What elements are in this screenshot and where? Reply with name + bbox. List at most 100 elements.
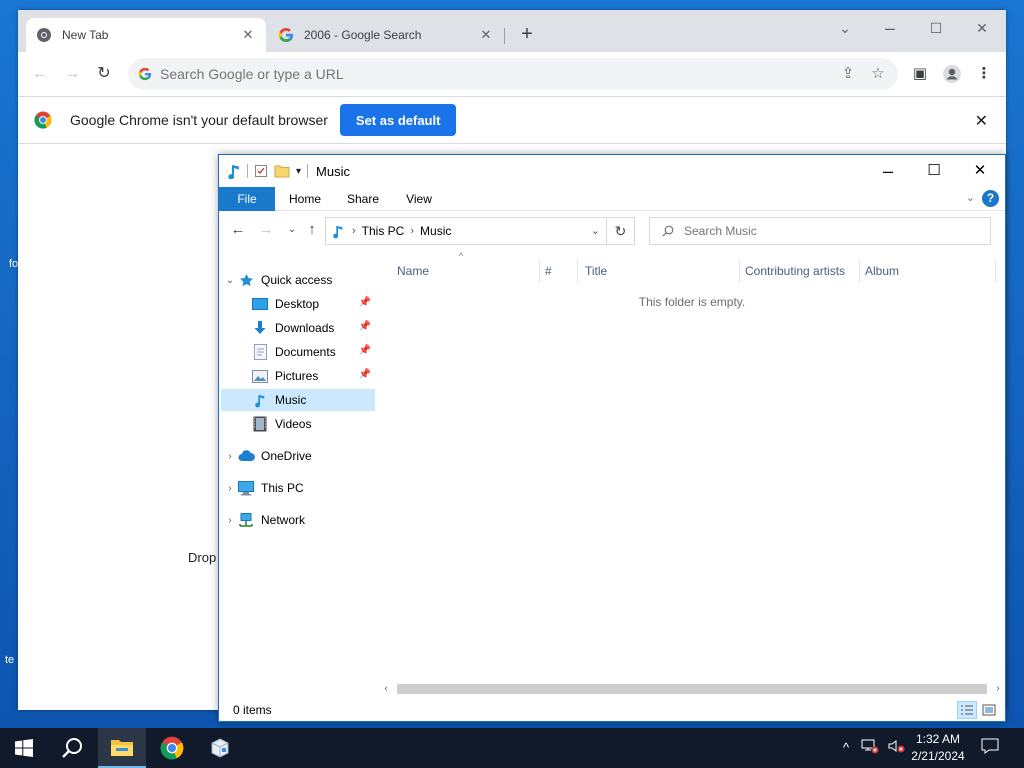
tab-label: New Tab: [62, 28, 109, 42]
up-icon[interactable]: ↑: [303, 221, 321, 239]
pin-icon: 📌: [358, 345, 371, 356]
chevron-right-icon[interactable]: ›: [223, 483, 237, 494]
separator: [247, 164, 248, 178]
google-g-icon: [278, 27, 294, 43]
profile-icon[interactable]: [942, 64, 962, 84]
menu-kebab-icon[interactable]: ⋮: [974, 64, 994, 84]
set-as-default-button[interactable]: Set as default: [339, 104, 457, 136]
minimize-icon[interactable]: –: [865, 159, 911, 183]
nav-label: OneDrive: [261, 449, 312, 463]
breadcrumb-separator-icon[interactable]: ›: [352, 225, 356, 237]
new-tab-button[interactable]: +: [516, 24, 538, 46]
close-window-icon[interactable]: ✕: [970, 16, 994, 40]
new-folder-icon[interactable]: [274, 164, 290, 178]
scrollbar-thumb[interactable]: [397, 684, 987, 694]
refresh-icon[interactable]: ↻: [607, 217, 635, 245]
nav-onedrive[interactable]: › OneDrive: [223, 445, 375, 467]
bookmark-star-icon[interactable]: ☆: [868, 64, 888, 84]
nav-item-videos[interactable]: Videos: [221, 413, 375, 435]
browser-toolbar: ← → ↻ ⇪ ☆ ▣ ⋮: [18, 52, 1006, 96]
address-bar[interactable]: › This PC › Music ⌄: [325, 217, 607, 245]
system-clock[interactable]: 1:32 AM 2/21/2024: [904, 731, 972, 765]
large-icons-view-icon[interactable]: [979, 701, 999, 719]
maximize-icon[interactable]: ☐: [924, 16, 948, 40]
search-box[interactable]: [649, 217, 991, 245]
nav-this-pc[interactable]: › This PC: [223, 477, 375, 499]
properties-icon[interactable]: [254, 164, 268, 178]
scroll-left-icon[interactable]: ‹: [379, 681, 393, 697]
pin-icon: 📌: [358, 369, 371, 380]
ribbon-tab-view[interactable]: View: [395, 187, 443, 211]
nav-label: Pictures: [275, 369, 319, 383]
chrome-logo-icon: [160, 736, 184, 760]
tab-google-search[interactable]: 2006 - Google Search ✕: [268, 18, 504, 52]
back-icon[interactable]: ←: [229, 221, 247, 239]
help-icon[interactable]: ?: [982, 190, 999, 207]
quick-access-toolbar: ▾: [227, 163, 309, 179]
breadcrumb-music[interactable]: Music: [420, 224, 451, 238]
ribbon-tab-home[interactable]: Home: [281, 187, 329, 211]
ribbon-tab-file[interactable]: File: [219, 187, 275, 211]
close-window-icon[interactable]: ✕: [957, 159, 1003, 183]
expand-ribbon-icon[interactable]: ⌄: [966, 191, 975, 204]
customize-dropdown-icon[interactable]: ▾: [296, 166, 301, 177]
omnibox-input[interactable]: [160, 66, 838, 82]
search-icon: [61, 737, 83, 759]
nav-item-pictures[interactable]: Pictures 📌: [221, 365, 375, 387]
share-icon[interactable]: ⇪: [838, 64, 858, 84]
maximize-icon[interactable]: ☐: [911, 159, 957, 183]
nav-item-downloads[interactable]: Downloads 📌: [221, 317, 375, 339]
nav-item-desktop[interactable]: Desktop 📌: [221, 293, 375, 315]
chrome-logo-icon: [34, 111, 52, 129]
details-view-icon[interactable]: [957, 701, 977, 719]
status-bar: 0 items: [219, 699, 1005, 721]
scroll-right-icon[interactable]: ›: [991, 681, 1005, 697]
show-hidden-icons-icon[interactable]: ^: [836, 738, 856, 758]
back-icon[interactable]: ←: [30, 64, 50, 84]
tab-new-tab[interactable]: New Tab ✕: [26, 18, 266, 52]
horizontal-scrollbar[interactable]: ‹ ›: [379, 681, 1005, 697]
taskbar-file-explorer[interactable]: [98, 728, 146, 768]
music-note-icon: [332, 223, 344, 239]
start-button[interactable]: [0, 728, 48, 768]
ribbon-tab-share[interactable]: Share: [339, 187, 387, 211]
column-divider[interactable]: [995, 259, 996, 283]
chevron-right-icon[interactable]: ›: [223, 515, 237, 526]
volume-muted-icon[interactable]: [886, 738, 906, 758]
taskbar-chrome[interactable]: [148, 728, 196, 768]
close-tab-icon[interactable]: ✕: [478, 27, 494, 43]
close-infobar-icon[interactable]: ✕: [975, 111, 988, 131]
notifications-icon[interactable]: [980, 738, 1000, 758]
nav-label: Network: [261, 513, 306, 527]
minimize-icon[interactable]: –: [878, 16, 902, 40]
column-header-number[interactable]: #: [527, 259, 567, 283]
taskbar-app[interactable]: [196, 728, 244, 768]
tab-separator: [504, 28, 505, 44]
search-input[interactable]: [684, 224, 964, 238]
reload-icon[interactable]: ↻: [94, 64, 114, 84]
nav-quick-access[interactable]: ⌄ Quick access: [223, 269, 375, 291]
infobar-message: Google Chrome isn't your default browser: [70, 112, 328, 128]
column-header-album[interactable]: Album: [847, 259, 987, 283]
omnibox[interactable]: ⇪ ☆: [128, 58, 898, 90]
recent-locations-icon[interactable]: ⌄: [283, 221, 301, 239]
close-tab-icon[interactable]: ✕: [240, 27, 256, 43]
forward-icon[interactable]: →: [62, 64, 82, 84]
column-header-name[interactable]: Name: [379, 259, 539, 283]
tab-search-icon[interactable]: ⌄: [833, 16, 857, 40]
network-status-icon[interactable]: [860, 738, 880, 758]
nav-item-documents[interactable]: Documents 📌: [221, 341, 375, 363]
address-dropdown-icon[interactable]: ⌄: [591, 224, 600, 237]
chevron-right-icon[interactable]: ›: [223, 451, 237, 462]
breadcrumb-separator-icon[interactable]: ›: [410, 225, 414, 237]
search-icon: [662, 225, 674, 237]
forward-icon[interactable]: →: [257, 221, 275, 239]
nav-network[interactable]: › Network: [223, 509, 375, 531]
column-header-title[interactable]: Title: [567, 259, 735, 283]
chevron-down-icon[interactable]: ⌄: [223, 275, 237, 286]
side-panel-icon[interactable]: ▣: [910, 64, 930, 84]
breadcrumb-this-pc[interactable]: This PC: [362, 224, 405, 238]
nav-item-music[interactable]: Music: [221, 389, 375, 411]
search-button[interactable]: [48, 728, 96, 768]
column-header-contributing-artists[interactable]: Contributing artists: [725, 259, 863, 283]
